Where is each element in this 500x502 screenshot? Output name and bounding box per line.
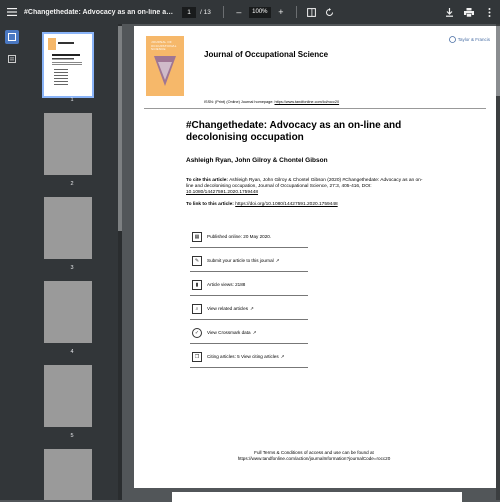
toolbar-divider [295,6,297,18]
article-link-line: To link to this article: https://doi.org… [186,202,338,207]
calendar-icon: ▦ [192,231,202,242]
published-online-text: Published online: 20 May 2020. [207,234,272,239]
main-scrollbar-thumb[interactable] [496,26,500,96]
header-divider [144,108,486,109]
submit-article-row[interactable]: ✎ Submit your article to this journal ↗ [190,250,308,272]
page-total: / 13 [200,8,211,16]
sidebar-scrollbar-thumb[interactable] [118,26,122,231]
page-number-input[interactable]: 1 [182,6,196,18]
external-link-icon: ↗ [250,305,254,311]
citing-icon: ❐ [192,351,202,362]
search-doc-icon: ⌕ [192,303,202,314]
menu-icon[interactable] [0,0,24,24]
thumbnail-sidebar: 1 2 3 4 5 [24,24,120,500]
citing-articles-row[interactable]: ❐ Citing articles: 5 View citing article… [190,346,308,368]
article-authors: Ashleigh Ryan, John Gilroy & Chontel Gib… [186,157,328,164]
article-views-row: ▮ Article views: 2188 [190,274,308,296]
publisher-logo: Taylor & Francis [448,36,490,43]
article-views-text: Article views: 2188 [207,282,246,287]
page-thumbnail-number: 5 [70,433,74,439]
external-link-icon: ↗ [275,257,280,263]
issn-line: ISSN: (Print) (Online) Journal homepage:… [204,100,339,104]
page-thumbnail[interactable] [44,197,92,259]
citing-articles-link[interactable]: Citing articles: 5 View citing articles [207,354,279,359]
page-thumbnail[interactable] [44,449,92,500]
footer-terms-link[interactable]: https://www.tandfonline.com/action/journ… [194,456,434,462]
article-title: #Changethedate: Advocacy as an on-line a… [186,120,402,143]
page-thumbnail[interactable] [44,281,92,343]
page-thumbnail-number: 1 [70,97,74,103]
cite-doi-link[interactable]: 10.1080/14427591.2020.1759448 [186,190,258,195]
crossmark-link[interactable]: View Crossmark data [207,330,251,335]
crossmark-row[interactable]: ✓ View Crossmark data ↗ [190,322,308,344]
page-thumbnail[interactable] [44,113,92,175]
page-thumbnail-number: 3 [70,265,74,271]
document-title: #Changethedate: Advocacy as an on-line a… [24,8,174,16]
citation-block: To cite this article: Ashleigh Ryan, Joh… [186,178,426,196]
rotate-icon[interactable] [323,5,337,19]
article-doi-link[interactable]: https://doi.org/10.1080/14427591.2020.17… [235,202,337,207]
page-thumbnail-number: 4 [70,349,74,355]
related-articles-row[interactable]: ⌕ View related articles ↗ [190,298,308,320]
more-options-icon[interactable] [482,5,496,19]
terms-footer: Full Terms & Conditions of access and us… [194,450,434,462]
external-link-icon: ↗ [252,329,257,335]
zoom-in-button[interactable]: + [274,5,288,19]
download-icon[interactable] [442,5,456,19]
page-thumbnail[interactable] [44,365,92,427]
edit-icon: ✎ [192,255,202,266]
journal-name: Journal of Occupational Science [204,50,329,59]
bar-chart-icon: ▮ [192,279,202,290]
fit-page-icon[interactable] [305,5,319,19]
page-thumbnail[interactable] [42,32,94,98]
link-label: To link to this article: [186,202,234,207]
cover-title: JOURNAL OF OCCUPATIONAL SCIENCE [151,40,177,52]
pdf-toolbar: #Changethedate: Advocacy as an on-line a… [0,0,500,24]
thumbnails-icon[interactable] [5,30,19,44]
issn-label: ISSN: (Print) (Online) Journal homepage: [204,100,274,104]
crossmark-icon: ✓ [192,327,202,338]
journal-homepage-link[interactable]: https://www.tandfonline.com/loi/rocc20 [275,100,340,104]
outline-icon[interactable] [5,52,19,66]
submit-article-link[interactable]: Submit your article to this journal [207,258,274,263]
journal-cover-image: JOURNAL OF OCCUPATIONAL SCIENCE [146,36,184,96]
sidebar-rail [0,24,24,500]
cite-label: To cite this article: [186,178,229,183]
print-icon[interactable] [462,5,476,19]
external-link-icon: ↗ [280,353,285,359]
next-pdf-page [172,492,462,502]
toolbar-divider [222,6,224,18]
pdf-page: JOURNAL OF OCCUPATIONAL SCIENCE Journal … [134,26,496,488]
page-thumbnail-number: 2 [70,181,74,187]
zoom-input[interactable]: 100% [248,6,271,18]
published-online-row: ▦ Published online: 20 May 2020. [190,226,308,248]
zoom-out-button[interactable]: – [232,5,246,19]
related-articles-link[interactable]: View related articles [207,306,248,311]
publisher-name: Taylor & Francis [457,37,490,42]
